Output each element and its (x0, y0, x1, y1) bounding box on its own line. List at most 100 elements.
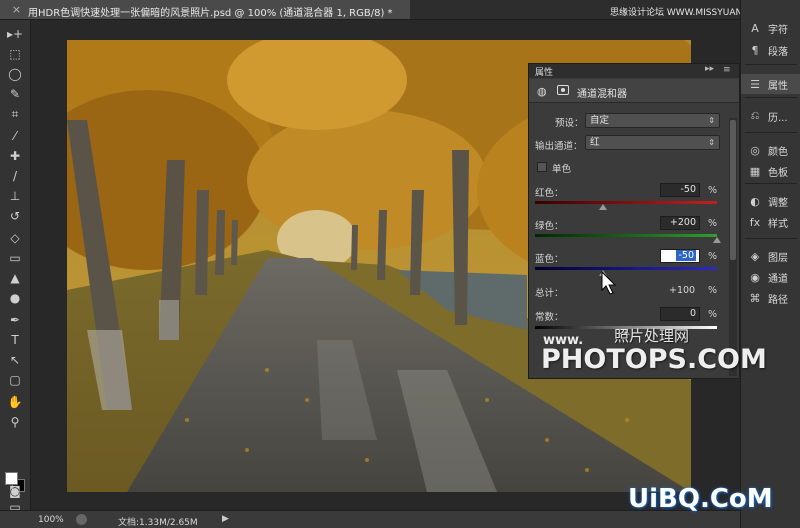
red-slider-thumb[interactable] (599, 204, 608, 210)
dock-item-2[interactable]: ☰ 属性 (741, 74, 800, 94)
dodge-tool-icon[interactable]: ● (5, 289, 25, 307)
total-label: 总计： (535, 288, 564, 299)
blue-label: 蓝色： (535, 254, 564, 265)
dock-item-label: 图层 (768, 252, 788, 264)
dock-item-label: 属性 (768, 80, 788, 92)
dock-item-7[interactable]: fx 样式 (741, 212, 800, 232)
constant-value-field[interactable]: 0 (660, 307, 700, 321)
dock-item-label: 路径 (768, 294, 788, 306)
dock-item-label: 通道 (768, 273, 788, 285)
eraser-icon[interactable]: ◇ (5, 229, 25, 247)
dock-item-9[interactable]: ◉ 通道 (741, 267, 800, 287)
brush-tool-icon[interactable]: / (5, 167, 25, 185)
properties-title[interactable]: 属性 (535, 65, 553, 78)
dock-item-icon: ◐ (750, 194, 760, 208)
status-menu-arrow-icon[interactable]: ▶ (222, 514, 229, 524)
dock-item-icon: ▦ (749, 164, 761, 178)
collapse-panel-icon[interactable]: ▸▸ (705, 64, 714, 74)
quick-select-icon[interactable]: ✎ (5, 85, 25, 103)
clone-stamp-icon[interactable]: ⊥ (5, 187, 25, 205)
dock-item-icon: ◎ (750, 143, 760, 157)
adjustment-name: 通道混和器 (577, 89, 627, 100)
history-brush-icon[interactable]: ↺ (5, 207, 25, 225)
document-tab[interactable]: × 用HDR色调快速处理一张偏暗的风景照片.psd @ 100% (通道混合器 … (0, 0, 410, 20)
hand-tool-icon[interactable]: ✋ (5, 393, 25, 411)
zoom-tool-icon[interactable]: ⚲ (5, 413, 25, 431)
properties-header: 属性 ▸▸ ≡ (529, 64, 739, 78)
red-label: 红色： (535, 188, 564, 199)
dock-item-4[interactable]: ◎ 颜色 (741, 140, 800, 160)
zoom-level[interactable]: 100% (38, 515, 64, 525)
adjustment-header: ◍ 通道混和器 (529, 79, 739, 103)
chevron-updown-icon: ⇕ (708, 116, 715, 125)
dock-item-8[interactable]: ◈ 图层 (741, 246, 800, 266)
dock-item-label: 字符 (768, 24, 788, 36)
dock-separator (745, 64, 797, 65)
dock-item-3[interactable]: ⎌ 历... (741, 106, 800, 126)
output-channel-select[interactable]: 红 ⇕ (585, 135, 720, 150)
dock-item-icon: ◈ (750, 249, 760, 263)
output-channel-value: 红 (590, 137, 600, 148)
layer-mask-icon[interactable] (557, 85, 569, 95)
dock-item-6[interactable]: ◐ 调整 (741, 191, 800, 211)
channel-mixer-icon: ◍ (537, 85, 547, 98)
eyedropper-icon[interactable]: ⁄ (5, 127, 25, 145)
pen-tool-icon[interactable]: ✒ (5, 311, 25, 329)
type-tool-icon[interactable]: T (5, 331, 25, 349)
preset-select[interactable]: 自定 ⇕ (585, 113, 720, 128)
rectangle-tool-icon[interactable]: ▢ (5, 371, 25, 389)
green-label: 绿色： (535, 221, 564, 232)
constant-percent: % (708, 309, 718, 320)
dock-item-icon: ☰ (750, 77, 760, 91)
properties-scrollbar[interactable] (729, 118, 737, 376)
red-value-field[interactable]: -50 (660, 183, 700, 197)
monochrome-label: 单色 (552, 164, 572, 175)
marquee-tool-icon[interactable]: ⬚ (5, 45, 25, 63)
mouse-cursor-icon (601, 271, 617, 295)
scrollbar-thumb[interactable] (730, 120, 736, 260)
watermark-uibq: UiBQ.CoM (628, 484, 773, 514)
dock-separator (745, 97, 797, 98)
healing-brush-icon[interactable]: ✚ (5, 147, 25, 165)
dock-item-label: 调整 (768, 197, 788, 209)
blur-tool-icon[interactable]: ▲ (5, 269, 25, 287)
red-slider-track[interactable] (535, 201, 717, 204)
green-slider-track[interactable] (535, 234, 717, 237)
dock-separator (745, 183, 797, 184)
dock-item-label: 色板 (768, 167, 788, 179)
gradient-tool-icon[interactable]: ▭ (5, 249, 25, 267)
green-value-field[interactable]: +200 (660, 216, 700, 230)
chevron-updown-icon: ⇕ (708, 138, 715, 147)
status-info-icon[interactable] (76, 514, 87, 525)
tools-panel: ▸+ ⬚ ◯ ✎ ⌗ ⁄ ✚ / ⊥ ↺ ◇ ▭ ▲ ● ✒ T ↖ ▢ ✋ ⚲ ◙ ▭ (0, 20, 31, 514)
preset-value: 自定 (590, 115, 610, 126)
crop-tool-icon[interactable]: ⌗ (5, 105, 25, 123)
dock-item-icon: ⎌ (750, 109, 760, 122)
blue-slider-track[interactable] (535, 267, 717, 270)
dock-item-icon: fx (749, 215, 761, 229)
move-tool-icon[interactable]: ▸+ (5, 25, 25, 43)
dock-item-label: 段落 (768, 46, 788, 58)
document-title: 用HDR色调快速处理一张偏暗的风景照片.psd @ 100% (通道混合器 1,… (28, 8, 393, 19)
monochrome-checkbox[interactable] (537, 162, 547, 172)
total-value: +100 (669, 285, 696, 296)
dock-item-0[interactable]: A 字符 (741, 18, 800, 38)
dock-item-1[interactable]: ¶ 段落 (741, 40, 800, 60)
dock-item-10[interactable]: ⌘ 路径 (741, 288, 800, 308)
dock-item-label: 样式 (768, 218, 788, 230)
watermark-cn: 照片处理网 (614, 327, 690, 345)
constant-label: 常数： (535, 312, 564, 323)
green-slider-thumb[interactable] (713, 237, 721, 243)
red-percent: % (708, 185, 718, 196)
dock-separator (745, 132, 797, 133)
blue-value-field[interactable]: -50 (660, 249, 700, 263)
lasso-tool-icon[interactable]: ◯ (5, 65, 25, 83)
dock-item-label: 颜色 (768, 146, 788, 158)
panel-menu-icon[interactable]: ≡ (723, 65, 731, 75)
dock-item-icon: A (751, 21, 759, 35)
dock-item-5[interactable]: ▦ 色板 (741, 161, 800, 181)
watermark-photops: PHOTOPS.COM (541, 344, 767, 375)
dock-item-icon: ⌘ (749, 291, 761, 305)
close-tab-icon[interactable]: × (10, 3, 23, 16)
path-select-icon[interactable]: ↖ (5, 351, 25, 369)
